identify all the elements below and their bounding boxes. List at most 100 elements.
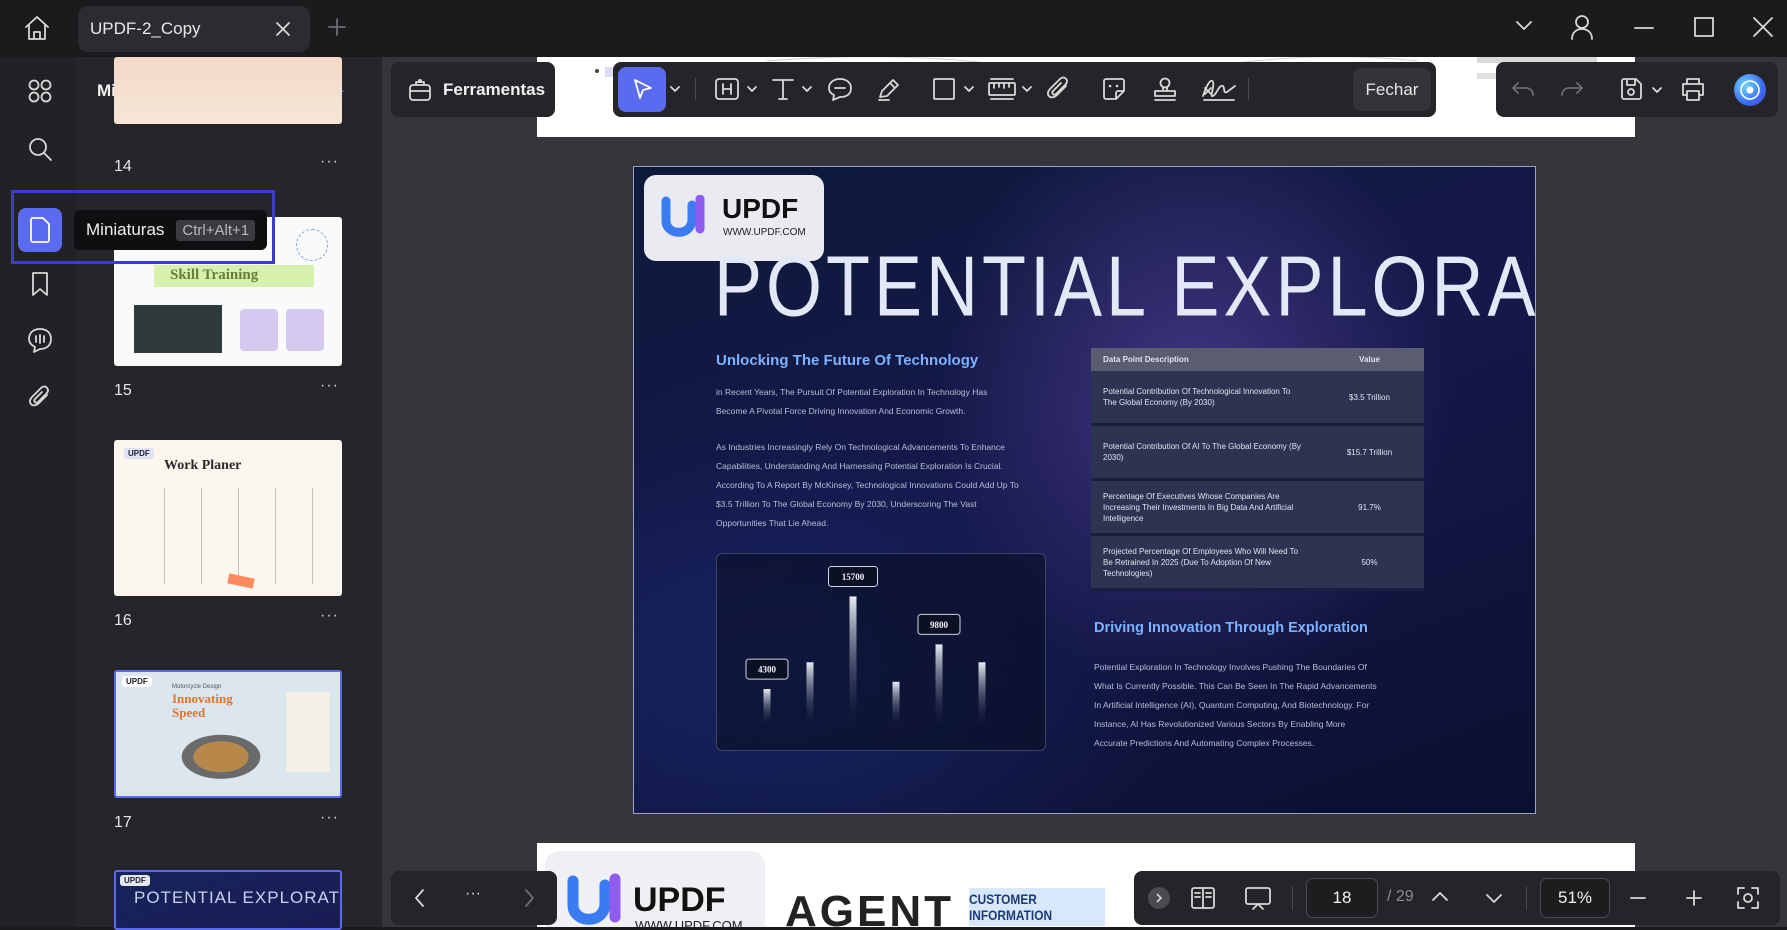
zoom-in-button[interactable] (1684, 888, 1704, 908)
chevron-down-icon (1516, 21, 1532, 30)
shape-tool-button[interactable] (931, 76, 957, 102)
chart-data-label: 4300 (745, 658, 789, 680)
search-button[interactable] (18, 127, 62, 171)
chevron-down-icon (964, 86, 974, 92)
chart-bar (849, 596, 857, 724)
highlight-tool-button[interactable] (713, 76, 741, 102)
chart-data-label-text: 9800 (930, 620, 949, 630)
redo-button[interactable] (1559, 77, 1585, 101)
new-tab-button[interactable] (328, 18, 346, 36)
thumbnail-brand: UPDF (120, 875, 150, 886)
close-tools-button[interactable]: Fechar (1353, 68, 1431, 111)
home-button[interactable] (22, 14, 58, 44)
table-header: Data Point Description (1091, 348, 1315, 371)
maximize-button[interactable] (1693, 16, 1715, 38)
close-window-button[interactable] (1752, 16, 1774, 38)
measure-tool-button[interactable] (987, 76, 1017, 102)
document-tab[interactable]: UPDF-2_Copy (78, 6, 310, 52)
tools-button[interactable]: Ferramentas (391, 62, 555, 117)
print-button[interactable] (1679, 76, 1707, 102)
tooltip-label: Miniaturas (86, 220, 165, 239)
more-options-button[interactable]: ··· (465, 885, 481, 903)
zoom-level-input[interactable]: 51% (1540, 878, 1610, 918)
tab-close-button[interactable] (274, 20, 292, 38)
zoom-out-button[interactable] (1628, 888, 1648, 908)
collapse-nav-button[interactable] (1148, 887, 1170, 909)
updf-ai-button[interactable] (1734, 74, 1766, 106)
toolbar-divider (695, 78, 696, 100)
page-thumbnail-17[interactable]: UPDF Motorcycle Design Innovating Speed (114, 670, 342, 798)
thumbnail-more-button[interactable]: ··· (320, 153, 339, 171)
chart-bar (978, 662, 986, 724)
thumbnail-more-button[interactable]: ··· (320, 809, 339, 827)
tooltip: Miniaturas Ctrl+Alt+1 (74, 210, 268, 250)
text-tool-button[interactable] (769, 76, 797, 102)
comment-tool-button[interactable] (826, 76, 854, 102)
user-icon (1571, 15, 1593, 40)
apps-button[interactable] (18, 69, 62, 113)
slide-paragraph: As Industries Increasingly Rely On Techn… (716, 442, 1019, 528)
attach-file-tool-button[interactable] (1045, 76, 1073, 102)
chevron-down-icon (802, 86, 812, 92)
thumbnail-more-button[interactable]: ··· (320, 377, 339, 395)
page-layout-button[interactable] (1189, 885, 1217, 911)
document-tab-title: UPDF-2_Copy (90, 19, 201, 38)
table-cell: Projected Percentage Of Employees Who Wi… (1091, 534, 1315, 591)
plus-icon (1686, 890, 1702, 906)
slide-brand: UPDF (722, 193, 799, 224)
previous-page-button[interactable] (1430, 887, 1450, 907)
book-layout-icon (1191, 887, 1215, 909)
thumbnail-title: Innovating Speed (172, 691, 233, 720)
bar-chart-svg: 4300 15700 9800 (745, 565, 986, 724)
page-total: / 29 (1387, 888, 1414, 905)
slide-data-table: Data Point Description Value Potential C… (1091, 348, 1424, 591)
minimize-button[interactable] (1634, 18, 1654, 38)
table-row: Potential Contribution Of Technological … (1091, 371, 1424, 426)
bookmarks-button[interactable] (18, 262, 62, 306)
thumbnail-more-button[interactable]: ··· (320, 607, 339, 625)
table-cell: 91.7% (1315, 479, 1424, 536)
ai-assistant-icon (1740, 80, 1760, 100)
attachments-button[interactable] (18, 375, 62, 419)
next-page-button[interactable] (1484, 888, 1504, 908)
pencil-icon (878, 79, 899, 101)
previous-button[interactable] (413, 887, 427, 909)
page-thumbnail-14[interactable] (114, 57, 342, 124)
page-number-input[interactable] (1306, 878, 1378, 918)
chevron-up-icon (1432, 892, 1448, 901)
comments-button[interactable] (18, 318, 62, 362)
bookmark-icon (32, 272, 48, 296)
signature-icon (1202, 79, 1236, 101)
page-thumbnail-16[interactable]: UPDF Work Planer (114, 440, 342, 596)
next-button[interactable] (522, 887, 536, 909)
thumbnail-subtitle: Motorcycle Design (172, 684, 222, 690)
chevron-right-icon (525, 889, 534, 907)
undo-icon (1512, 82, 1534, 96)
save-button[interactable] (1618, 76, 1644, 102)
table-cell: Percentage Of Executives Whose Companies… (1091, 479, 1315, 536)
page-thumbnail-18[interactable]: UPDF POTENTIAL EXPLORATION (114, 870, 342, 930)
presentation-button[interactable] (1243, 885, 1273, 911)
minus-icon (1630, 897, 1646, 899)
thumbnail-decoration (296, 229, 328, 261)
current-page-slide: UPDF WWW.UPDF.COM POTENTIAL EXPLORATION … (633, 166, 1536, 814)
chevron-down-icon (1652, 87, 1662, 93)
thumbnail-page-number: 15 (114, 382, 132, 399)
stamp-tool-button[interactable] (1151, 76, 1179, 102)
page-nav-left-bar: ··· (391, 871, 557, 925)
signature-tool-button[interactable] (1201, 76, 1237, 102)
thumbnail-image (286, 309, 324, 351)
thumbnail-motorcycle-image (166, 726, 276, 782)
thumbnails-panel: ••• Miniaturas 14 ··· Skill Training 15 … (76, 57, 382, 930)
sticker-tool-button[interactable] (1100, 76, 1128, 102)
thumbnail-card (286, 692, 330, 772)
pencil-tool-button[interactable] (875, 76, 903, 102)
ruler-icon (988, 78, 1016, 100)
print-icon (1682, 78, 1704, 101)
account-button[interactable] (1570, 14, 1594, 40)
thumbnail-grid (128, 488, 328, 584)
undo-button[interactable] (1510, 77, 1536, 101)
fit-page-button[interactable] (1735, 885, 1761, 911)
select-tool-button[interactable] (618, 67, 666, 112)
tabs-dropdown-button[interactable] (1515, 18, 1533, 32)
